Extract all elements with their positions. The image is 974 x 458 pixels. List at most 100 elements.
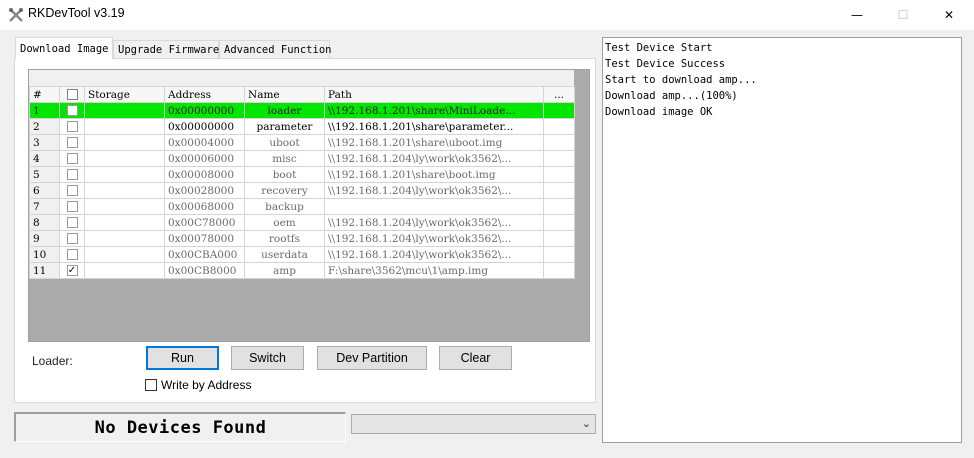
row-storage[interactable]	[84, 166, 165, 183]
row-checkbox[interactable]	[66, 249, 78, 260]
row-storage[interactable]	[84, 118, 165, 135]
row-address[interactable]: 0x00000000	[164, 118, 245, 135]
table-row[interactable]: 8 0x00C78000 oem \\192.168.1.204\ly\work\ok…	[29, 214, 575, 231]
row-name[interactable]: backup	[244, 198, 325, 215]
row-checkbox[interactable]: ✓	[66, 265, 78, 276]
row-checkbox[interactable]	[66, 217, 78, 228]
row-index[interactable]: 5	[29, 166, 60, 183]
write-by-address-box[interactable]	[145, 379, 157, 391]
col-select-all[interactable]	[59, 86, 85, 103]
table-row[interactable]: 11 ✓ 0x00CB8000 amp F:\share\3562\mcu\1\amp.…	[29, 262, 575, 279]
row-address[interactable]: 0x00CBA000	[164, 246, 245, 263]
row-index[interactable]: 1	[29, 102, 60, 119]
close-button[interactable]: ✕	[926, 0, 972, 30]
row-checkbox[interactable]	[66, 137, 78, 148]
row-name[interactable]: rootfs	[244, 230, 325, 247]
row-path[interactable]: \\192.168.1.204\ly\work\ok3562\...	[324, 182, 544, 199]
row-address[interactable]: 0x00078000	[164, 230, 245, 247]
row-storage[interactable]	[84, 198, 165, 215]
row-checkbox-cell[interactable]	[59, 214, 85, 231]
row-address[interactable]: 0x00004000	[164, 134, 245, 151]
row-checkbox[interactable]	[66, 201, 78, 212]
row-storage[interactable]	[84, 262, 165, 279]
row-checkbox[interactable]	[66, 105, 78, 116]
tab-upgrade-firmware[interactable]: Upgrade Firmware	[113, 40, 219, 58]
minimize-button[interactable]: —	[834, 0, 880, 30]
row-name[interactable]: uboot	[244, 134, 325, 151]
maximize-button[interactable]: ☐	[880, 0, 926, 30]
row-path[interactable]: \\192.168.1.201\share\uboot.img	[324, 134, 544, 151]
row-checkbox-cell[interactable]	[59, 134, 85, 151]
row-path[interactable]: \\192.168.1.201\share\boot.img	[324, 166, 544, 183]
row-index[interactable]: 7	[29, 198, 60, 215]
row-checkbox-cell[interactable]	[59, 102, 85, 119]
row-name[interactable]: parameter	[244, 118, 325, 135]
row-checkbox[interactable]	[66, 185, 78, 196]
row-browse[interactable]	[543, 214, 575, 231]
row-storage[interactable]	[84, 102, 165, 119]
row-browse[interactable]	[543, 166, 575, 183]
row-index[interactable]: 2	[29, 118, 60, 135]
row-browse[interactable]	[543, 230, 575, 247]
dev-partition-button[interactable]: Dev Partition	[317, 346, 427, 370]
row-storage[interactable]	[84, 246, 165, 263]
row-name[interactable]: misc	[244, 150, 325, 167]
row-path[interactable]	[324, 198, 544, 215]
row-index[interactable]: 9	[29, 230, 60, 247]
row-checkbox[interactable]	[66, 153, 78, 164]
row-address[interactable]: 0x00CB8000	[164, 262, 245, 279]
row-storage[interactable]	[84, 134, 165, 151]
row-checkbox[interactable]	[66, 233, 78, 244]
table-row[interactable]: 3 0x00004000 uboot \\192.168.1.201\share\ub…	[29, 134, 575, 151]
row-name[interactable]: recovery	[244, 182, 325, 199]
row-checkbox[interactable]	[66, 169, 78, 180]
row-index[interactable]: 10	[29, 246, 60, 263]
table-row[interactable]: 9 0x00078000 rootfs \\192.168.1.204\ly\work…	[29, 230, 575, 247]
row-browse[interactable]	[543, 134, 575, 151]
row-checkbox-cell[interactable]	[59, 182, 85, 199]
row-checkbox-cell[interactable]	[59, 150, 85, 167]
row-path[interactable]: \\192.168.1.204\ly\work\ok3562\...	[324, 150, 544, 167]
row-browse[interactable]	[543, 246, 575, 263]
table-row[interactable]: 1 0x00000000 loader \\192.168.1.201\share\M…	[29, 102, 575, 119]
table-row[interactable]: 6 0x00028000 recovery \\192.168.1.204\ly\wo…	[29, 182, 575, 199]
row-path[interactable]: F:\share\3562\mcu\1\amp.img	[324, 262, 544, 279]
row-address[interactable]: 0x00006000	[164, 150, 245, 167]
row-name[interactable]: amp	[244, 262, 325, 279]
clear-button[interactable]: Clear	[439, 346, 512, 370]
row-address[interactable]: 0x00000000	[164, 102, 245, 119]
device-combo[interactable]: ⌄	[351, 414, 596, 434]
row-browse[interactable]	[543, 182, 575, 199]
row-address[interactable]: 0x00C78000	[164, 214, 245, 231]
row-browse[interactable]	[543, 150, 575, 167]
row-path[interactable]: \\192.168.1.201\share\MiniLoade...	[324, 102, 544, 119]
row-name[interactable]: loader	[244, 102, 325, 119]
row-storage[interactable]	[84, 182, 165, 199]
row-name[interactable]: userdata	[244, 246, 325, 263]
row-path[interactable]: \\192.168.1.204\ly\work\ok3562\...	[324, 246, 544, 263]
row-index[interactable]: 3	[29, 134, 60, 151]
table-row[interactable]: 10 0x00CBA000 userdata \\192.168.1.204\ly\w…	[29, 246, 575, 263]
table-row[interactable]: 4 0x00006000 misc \\192.168.1.204\ly\work\o…	[29, 150, 575, 167]
log-output[interactable]: Test Device Start Test Device Success Star…	[602, 37, 962, 443]
select-all-checkbox[interactable]	[66, 89, 78, 100]
row-index[interactable]: 6	[29, 182, 60, 199]
row-name[interactable]: boot	[244, 166, 325, 183]
row-checkbox-cell[interactable]	[59, 166, 85, 183]
row-browse[interactable]	[543, 118, 575, 135]
tab-advanced-function[interactable]: Advanced Function	[219, 40, 331, 58]
run-button[interactable]: Run	[146, 346, 219, 370]
row-address[interactable]: 0x00028000	[164, 182, 245, 199]
row-index[interactable]: 8	[29, 214, 60, 231]
row-address[interactable]: 0x00068000	[164, 198, 245, 215]
table-row[interactable]: 2 0x00000000 parameter \\192.168.1.201\shar…	[29, 118, 575, 135]
row-path[interactable]: \\192.168.1.204\ly\work\ok3562\...	[324, 230, 544, 247]
grid-scrollbar[interactable]	[574, 70, 589, 341]
chevron-down-icon[interactable]: ⌄	[582, 417, 591, 430]
row-name[interactable]: oem	[244, 214, 325, 231]
row-checkbox-cell[interactable]	[59, 118, 85, 135]
row-storage[interactable]	[84, 150, 165, 167]
row-browse[interactable]	[543, 198, 575, 215]
tab-download-image[interactable]: Download Image	[15, 37, 113, 59]
row-index[interactable]: 4	[29, 150, 60, 167]
